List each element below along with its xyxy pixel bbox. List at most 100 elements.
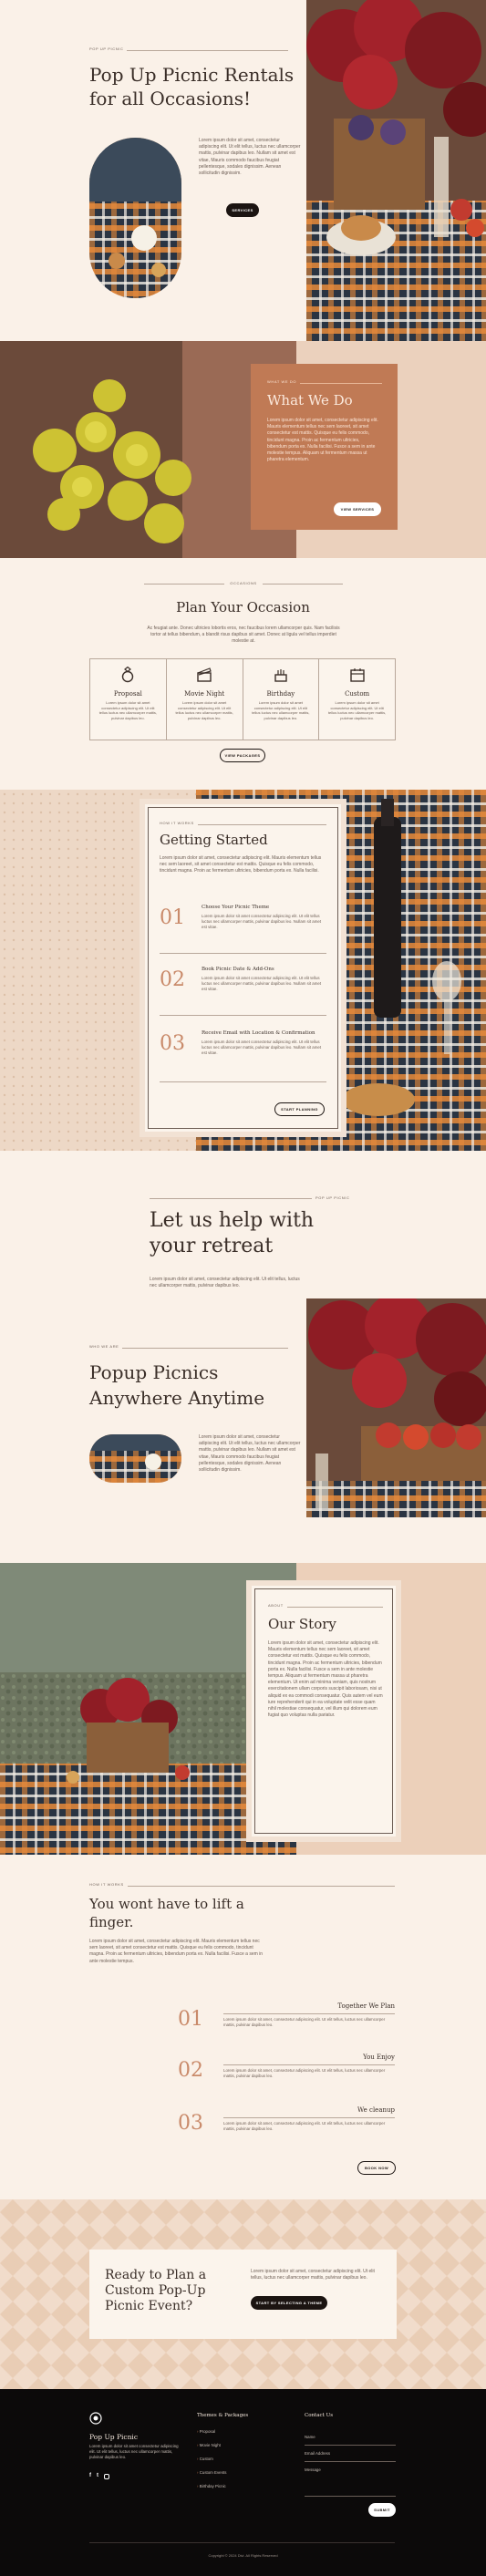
gs-eyebrow: HOW IT WORKS (160, 821, 198, 825)
plan-card-title: Birthday (266, 690, 295, 698)
footer-brand: Pop Up Picnic (89, 2433, 139, 2441)
hero-photo-basket (306, 0, 486, 341)
cake-icon (274, 669, 287, 682)
start-planning-button[interactable]: START PLANNING (274, 1102, 325, 1116)
what-we-do-body: Lorem ipsum dolor sit amet, consectetur … (267, 418, 378, 463)
retreat-body: Lorem ipsum dolor sit amet, consectetur … (150, 1277, 300, 1289)
message-field[interactable]: Message (305, 2467, 396, 2497)
hero-body: Lorem ipsum dolor sit amet, consectetur … (199, 138, 301, 177)
lift-step-line (223, 2013, 395, 2014)
lift-step-title: Together We Plan (337, 2002, 395, 2010)
story-body: Lorem ipsum dolor sit amet, consectetur … (268, 1640, 383, 1719)
lift-step-number: 01 (178, 2008, 203, 2031)
services-button[interactable]: SERVICES (226, 203, 259, 217)
lift-eyebrow: HOW IT WORKS (89, 1882, 128, 1887)
plan-card-text: Lorem ipsum dolor sit amet consectetur a… (175, 700, 233, 720)
footer-link[interactable]: › Proposal (197, 2429, 226, 2443)
plan-card-birthday[interactable]: Birthday Lorem ipsum dolor sit amet cons… (243, 659, 320, 740)
view-services-button[interactable]: VIEW SERVICES (334, 502, 381, 516)
gs-step: 03 Receive Email with Location & Confirm… (160, 1030, 326, 1076)
lift-step: 02 You Enjoy Lorem ipsum dolor sit amet,… (178, 2054, 395, 2099)
footer-divider (89, 2542, 395, 2543)
lift-eyebrow-line (89, 1886, 395, 1887)
plan-body: Ac feugiat ante. Donec ultricies loborti… (147, 626, 340, 645)
gs-divider (160, 953, 326, 954)
lift-step: 01 Together We Plan Lorem ipsum dolor si… (178, 2002, 395, 2048)
hero-eyebrow: POP UP PICNIC (89, 47, 128, 51)
gs-body: Lorem ipsum dolor sit amet, consectetur … (160, 855, 322, 874)
gs-step-text: Lorem ipsum dolor sit amet consectetur a… (202, 976, 322, 991)
footer-social: f t (89, 2473, 109, 2479)
book-now-button[interactable]: BOOK NOW (357, 2161, 396, 2175)
plan-card-custom[interactable]: Custom Lorem ipsum dolor sit amet consec… (319, 659, 395, 740)
gs-divider (160, 1015, 326, 1016)
footer-links-title: Themes & Packages (197, 2413, 249, 2418)
apples-basket-photo (306, 1298, 486, 1517)
footer-link[interactable]: › Custom (197, 2457, 226, 2470)
footer: Pop Up Picnic Lorem ipsum dolor sit amet… (0, 2389, 486, 2576)
hero-oval-photo (89, 138, 181, 298)
plan-grid: Proposal Lorem ipsum dolor sit amet cons… (89, 658, 396, 740)
plan-card-title: Proposal (113, 690, 142, 698)
plan-card-movie-night[interactable]: Movie Night Lorem ipsum dolor sit amet c… (167, 659, 243, 740)
plan-title: Plan Your Occasion (176, 599, 310, 616)
footer-link[interactable]: › Movie Night (197, 2443, 226, 2457)
instagram-icon[interactable] (104, 2474, 109, 2479)
gs-step-text: Lorem ipsum dolor sit amet consectetur a… (202, 1040, 322, 1055)
what-we-do-title: What We Do (267, 392, 353, 409)
plan-card-title: Custom (345, 690, 370, 698)
lift-body: Lorem ipsum dolor sit amet, consectetur … (89, 1939, 264, 1964)
footer-contact-title: Contact Us (305, 2413, 334, 2418)
gs-title: Getting Started (160, 832, 268, 848)
plan-line-right (263, 584, 343, 585)
clapperboard-icon (197, 667, 212, 682)
cta-title: Ready to Plan a Custom Pop-Up Picnic Eve… (105, 2268, 207, 2313)
footer-link[interactable]: › Custom Events (197, 2470, 226, 2484)
gs-step: 02 Book Picnic Date & Add-Ons Lorem ipsu… (160, 967, 326, 1012)
select-theme-button[interactable]: START BY SELECTING A THEME (251, 2296, 327, 2310)
lift-step-text: Lorem ipsum dolor sit amet, consectetur … (223, 2068, 386, 2078)
footer-links: › Proposal › Movie Night › Custom › Cust… (197, 2429, 226, 2498)
lift-step-number: 03 (178, 2112, 203, 2135)
lift-step-title: You Enjoy (363, 2054, 395, 2061)
retreat-title: Let us help with your retreat (150, 1209, 315, 1257)
hero-title: Pop Up Picnic Rentals for all Occasions! (89, 64, 295, 109)
gs-step-title: Choose Your Picnic Theme (202, 905, 270, 910)
gs-divider (160, 1081, 326, 1082)
lift-step-text: Lorem ipsum dolor sit amet, consectetur … (223, 2121, 386, 2131)
gs-step-number: 03 (160, 1032, 185, 1055)
lift-step-text: Lorem ipsum dolor sit amet, consectetur … (223, 2017, 386, 2027)
plan-card-proposal[interactable]: Proposal Lorem ipsum dolor sit amet cons… (90, 659, 167, 740)
plan-card-title: Movie Night (184, 690, 225, 698)
gs-step: 01 Choose Your Picnic Theme Lorem ipsum … (160, 905, 326, 950)
anywhere-pill-photo (89, 1434, 181, 1483)
retreat-eyebrow: POP UP PICNIC (315, 1195, 350, 1200)
name-field[interactable]: Name (305, 2435, 396, 2446)
lift-step-number: 02 (178, 2059, 203, 2082)
plan-card-text: Lorem ipsum dolor sit amet consectetur a… (252, 700, 310, 720)
anywhere-body: Lorem ipsum dolor sit amet, consectetur … (199, 1434, 301, 1474)
lift-step-title: We cleanup (357, 2106, 395, 2114)
view-packages-button[interactable]: VIEW PACKAGES (220, 749, 265, 762)
what-we-do-eyebrow: WHAT WE DO (267, 379, 301, 384)
submit-button[interactable]: SUBMIT (368, 2503, 396, 2517)
plan-eyebrow: OCCASIONS (230, 581, 257, 585)
story-title: Our Story (268, 1616, 336, 1632)
footer-about: Lorem ipsum dolor sit amet consectetur a… (89, 2444, 179, 2459)
brand-logo-icon (89, 2412, 102, 2425)
gs-step-title: Receive Email with Location & Confirmati… (202, 1030, 315, 1036)
anywhere-title: Popup Picnics Anywhere Anytime (89, 1361, 265, 1409)
gs-step-number: 02 (160, 968, 185, 991)
footer-link[interactable]: › Birthday Picnic (197, 2484, 226, 2498)
cta-body: Lorem ipsum dolor sit amet, consectetur … (251, 2269, 375, 2281)
plan-card-text: Lorem ipsum dolor sit amet consectetur a… (98, 700, 158, 720)
twitter-icon[interactable]: t (97, 2473, 98, 2479)
plan-card-text: Lorem ipsum dolor sit amet consectetur a… (327, 700, 387, 720)
lift-step-line (223, 2064, 395, 2065)
story-eyebrow: ABOUT (268, 1603, 287, 1608)
retreat-eyebrow-line (150, 1198, 312, 1199)
facebook-icon[interactable]: f (89, 2473, 91, 2479)
email-field[interactable]: Email Address (305, 2451, 396, 2462)
footer-copyright: Copyright © 2024 Divi. All Rights Reserv… (208, 2553, 278, 2558)
gs-step-title: Book Picnic Date & Add-Ons (202, 967, 274, 972)
